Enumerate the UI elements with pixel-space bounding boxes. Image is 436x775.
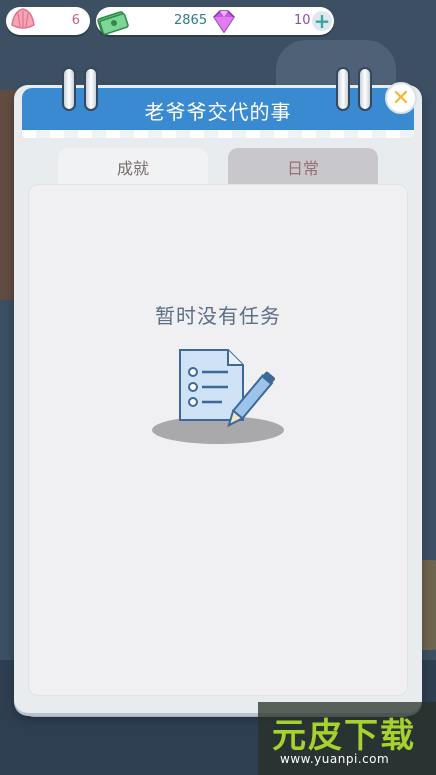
shell-icon: [11, 8, 35, 29]
empty-state-message: 暂时没有任务: [155, 304, 281, 328]
watermark-url: www.yuanpi.com: [280, 752, 390, 766]
gem-icon: [213, 10, 235, 34]
shell-counter[interactable]: 6: [6, 7, 90, 35]
close-button[interactable]: ✕: [385, 82, 417, 114]
add-gems-button[interactable]: +: [312, 11, 332, 31]
binder-ring: [62, 67, 76, 111]
panel-header: 老爷爷交代的事: [22, 88, 414, 138]
binder-ring: [84, 67, 98, 111]
panel-title: 老爷爷交代的事: [144, 99, 292, 124]
tab-label: 日常: [286, 159, 319, 178]
money-count: 2865: [174, 13, 208, 28]
plus-icon: +: [313, 9, 331, 33]
tab-label: 成就: [116, 159, 149, 178]
binder-ring: [358, 67, 372, 111]
watermark-brand: 元皮下载: [272, 716, 416, 756]
watermark: 元皮下载 www.yuanpi.com: [258, 702, 436, 775]
task-list-pencil-icon: [152, 349, 284, 444]
cash-icon: [97, 11, 129, 35]
currency-bar: 2865 10 +: [96, 7, 334, 35]
binder-ring: [336, 67, 350, 111]
shell-count: 6: [71, 13, 80, 28]
close-icon: ✕: [391, 85, 411, 111]
tab-daily[interactable]: 日常: [228, 148, 378, 186]
gem-count: 10: [294, 13, 311, 28]
tab-achievements[interactable]: 成就: [58, 148, 208, 186]
